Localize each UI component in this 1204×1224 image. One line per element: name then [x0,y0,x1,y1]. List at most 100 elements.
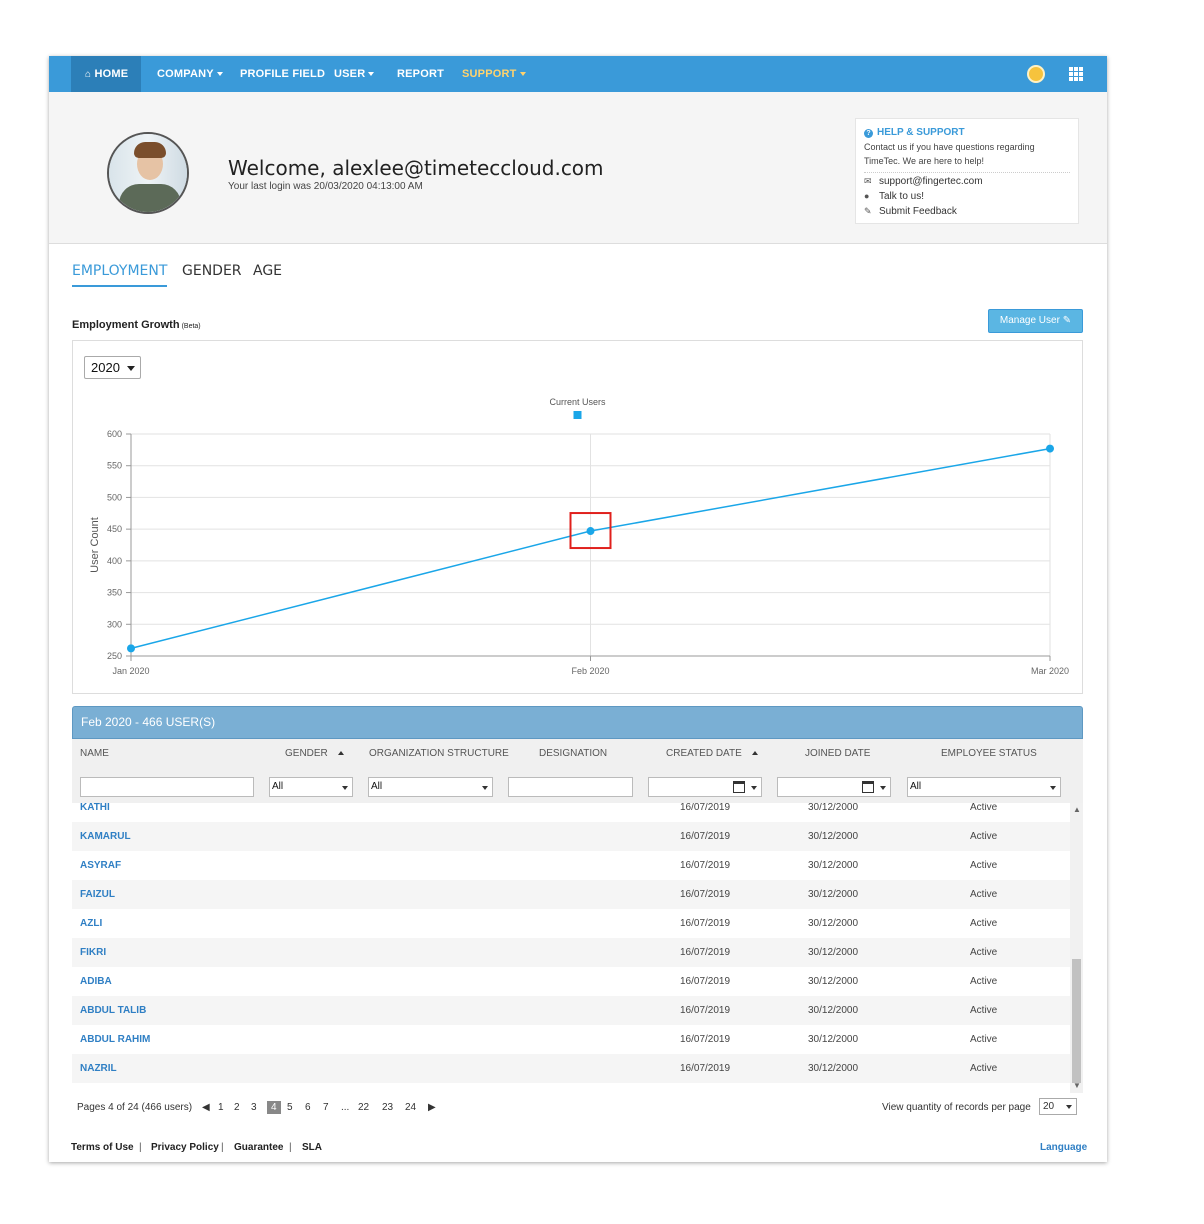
org-filter-value: All [371,781,383,792]
lightbulb-icon[interactable] [1027,65,1045,83]
name-filter-input[interactable] [80,777,254,797]
col-gender[interactable]: GENDER [285,748,344,759]
table-row[interactable]: AZLI 16/07/2019 30/12/2000 Active [72,909,1070,938]
table-row[interactable]: NAZRIL 16/07/2019 30/12/2000 Active [72,1054,1070,1083]
page-link[interactable]: 1 [218,1102,224,1113]
designation-filter-input[interactable] [508,777,633,797]
pencil-icon: ✎ [1062,315,1072,326]
y-tick-label: 300 [107,619,122,629]
page-link[interactable]: 22 [358,1102,369,1113]
user-name-link[interactable]: KATHI [80,803,110,813]
created-date-filter[interactable] [648,777,762,797]
legend-swatch[interactable] [573,411,582,419]
joined-date-cell: 30/12/2000 [808,1034,859,1045]
y-axis-label: User Count [89,517,101,573]
table-row[interactable]: FIKRI 16/07/2019 30/12/2000 Active [72,938,1070,967]
footer-separator: | [289,1142,292,1153]
user-name-link[interactable]: ABDUL RAHIM [80,1034,150,1045]
table-row[interactable]: KATHI 16/07/2019 30/12/2000 Active [72,803,1070,822]
user-name-link[interactable]: KAMARUL [80,831,131,842]
talk-to-us-link[interactable]: ● Talk to us! [864,189,1070,203]
table-row[interactable]: ABDUL TALIB 16/07/2019 30/12/2000 Active [72,996,1070,1025]
data-point[interactable] [127,644,135,653]
col-employee-status[interactable]: EMPLOYEE STATUS [941,748,1037,759]
nav-support[interactable]: SUPPORT [446,56,542,92]
joined-date-cell: 30/12/2000 [808,1063,859,1074]
help-title-text: HELP & SUPPORT [877,127,965,138]
page-link[interactable]: 3 [251,1102,257,1113]
guarantee-link[interactable]: Guarantee [234,1142,283,1153]
language-link[interactable]: Language [1040,1142,1087,1153]
user-name-link[interactable]: FIKRI [80,947,106,958]
scroll-down-icon[interactable]: ▼ [1073,1081,1081,1090]
nav-user[interactable]: USER [318,56,390,92]
sla-link[interactable]: SLA [302,1142,322,1153]
privacy-link[interactable]: Privacy Policy [151,1142,219,1153]
y-tick-label: 550 [107,461,122,471]
user-name-link[interactable]: FAIZUL [80,889,115,900]
data-point[interactable] [1046,444,1054,453]
col-org-structure[interactable]: ORGANIZATION STRUCTURE [369,748,509,759]
profile-header: Welcome, alexlee@timeteccloud.com Your l… [49,92,1107,244]
per-page-select[interactable]: 20 [1039,1098,1077,1115]
page-link[interactable]: 7 [323,1102,329,1113]
user-name-link[interactable]: AZLI [80,918,102,929]
status-filter-value: All [910,781,922,792]
page-link[interactable]: 23 [382,1102,393,1113]
tab-age[interactable]: AGE [253,263,282,285]
tab-employment[interactable]: EMPLOYMENT [72,263,168,287]
scroll-up-icon[interactable]: ▲ [1073,805,1081,814]
prev-page-icon[interactable]: ◀ [202,1102,210,1113]
org-filter-select[interactable]: All [368,777,493,797]
app-grid-icon[interactable] [1069,67,1083,81]
table-row[interactable]: ABDUL RAHIM 16/07/2019 30/12/2000 Active [72,1025,1070,1054]
joined-date-filter[interactable] [777,777,891,797]
page-link[interactable]: 4 [267,1101,281,1114]
page-ellipsis: ... [341,1102,350,1113]
support-email-link[interactable]: ✉ support@fingertec.com [864,174,1070,188]
tab-gender[interactable]: GENDER [182,263,242,285]
created-date-cell: 16/07/2019 [680,889,731,900]
user-name-link[interactable]: ADIBA [80,976,112,987]
scrollbar-thumb[interactable] [1072,959,1081,1083]
table-title: Feb 2020 - 466 USER(S) [72,706,1083,739]
chat-icon: ✎ [864,206,872,216]
joined-date-cell: 30/12/2000 [808,918,859,929]
status-filter-select[interactable]: All [907,777,1061,797]
col-joined-date[interactable]: JOINED DATE [805,748,870,759]
page-link[interactable]: 2 [234,1102,240,1113]
page-link[interactable]: 5 [287,1102,293,1113]
user-name-link[interactable]: ASYRAF [80,860,121,871]
table-row[interactable]: ADIBA 16/07/2019 30/12/2000 Active [72,967,1070,996]
next-page-icon[interactable]: ▶ [428,1102,436,1113]
table-row[interactable]: ASYRAF 16/07/2019 30/12/2000 Active [72,851,1070,880]
page-link[interactable]: 6 [305,1102,311,1113]
col-created-date[interactable]: CREATED DATE [666,748,758,759]
table-row[interactable]: FAIZUL 16/07/2019 30/12/2000 Active [72,880,1070,909]
col-name[interactable]: NAME [80,748,109,759]
gender-filter-select[interactable]: All [269,777,353,797]
submit-feedback-link[interactable]: ✎ Submit Feedback [864,204,1070,218]
terms-link[interactable]: Terms of Use [71,1142,134,1153]
submit-feedback-text: Submit Feedback [879,206,957,217]
legend-label[interactable]: Current Users [549,397,606,407]
created-date-cell: 16/07/2019 [680,1063,731,1074]
nav-report-label: REPORT [397,68,445,80]
chevron-down-icon [1050,786,1056,790]
pagination-summary: Pages 4 of 24 (466 users) [77,1102,193,1113]
data-point[interactable] [586,527,595,536]
nav-home[interactable]: ⌂ HOME [71,56,141,92]
table-row[interactable]: KAMARUL 16/07/2019 30/12/2000 Active [72,822,1070,851]
created-date-cell: 16/07/2019 [680,860,731,871]
calendar-icon[interactable] [733,781,745,793]
joined-date-cell: 30/12/2000 [808,889,859,900]
user-name-link[interactable]: NAZRIL [80,1063,117,1074]
nav-support-label: SUPPORT [462,68,517,80]
manage-user-button[interactable]: Manage User ✎ [988,309,1083,333]
user-name-link[interactable]: ABDUL TALIB [80,1005,146,1016]
table-header: NAME GENDER ORGANIZATION STRUCTURE DESIG… [72,739,1083,803]
calendar-icon[interactable] [862,781,874,793]
col-designation[interactable]: DESIGNATION [539,748,607,759]
table-scrollbar[interactable]: ▲ ▼ [1070,803,1083,1093]
page-link[interactable]: 24 [405,1102,416,1113]
